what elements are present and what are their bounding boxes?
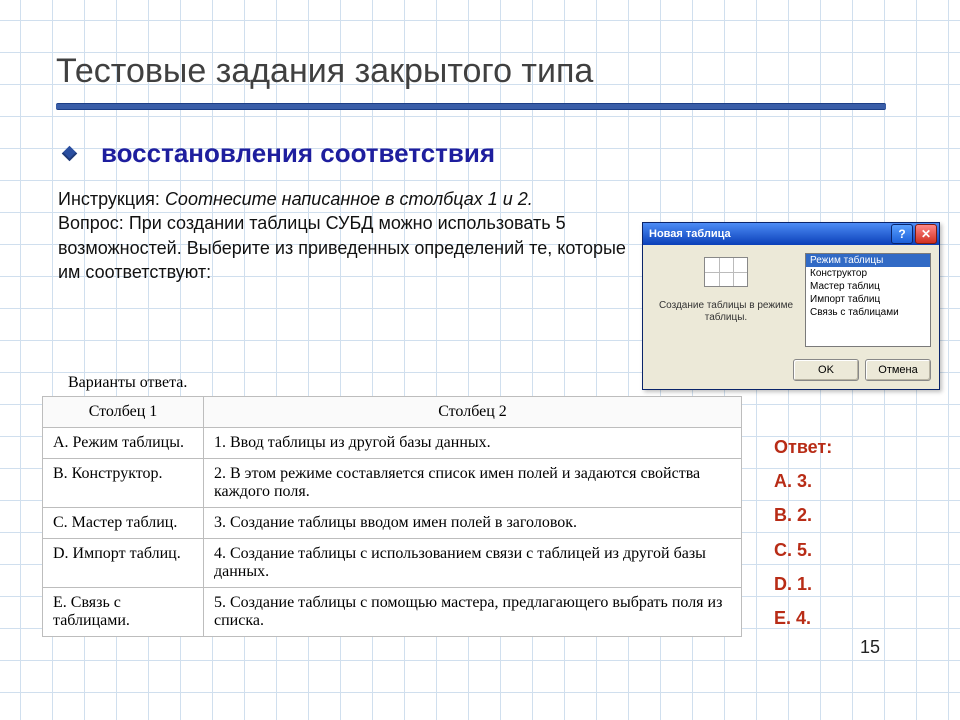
title-divider <box>56 103 886 110</box>
answer-item: E. 4. <box>774 601 832 635</box>
dialog-titlebar[interactable]: Новая таблица ? ✕ <box>643 223 939 245</box>
table-row: A. Режим таблицы. 1. Ввод таблицы из дру… <box>43 428 742 459</box>
ok-button[interactable]: OK <box>793 359 859 381</box>
variants-table: Столбец 1 Столбец 2 A. Режим таблицы. 1.… <box>42 396 742 637</box>
instruction-text: Соотнесите написанное в столбцах 1 и 2. <box>165 189 533 209</box>
instruction-label: Инструкция: <box>58 189 160 209</box>
dialog-preview-caption: Создание таблицы в режиме таблицы. <box>651 300 801 324</box>
answers-block: Ответ: A. 3. B. 2. C. 5. D. 1. E. 4. <box>774 430 832 635</box>
cell-c1: D. Импорт таблиц. <box>43 539 204 588</box>
table-caption: Варианты ответа. <box>68 374 742 392</box>
diamond-bullet-icon <box>62 146 78 162</box>
answer-item: B. 2. <box>774 498 832 532</box>
help-icon[interactable]: ? <box>891 224 913 244</box>
subtitle-row: восстановления соответствия <box>64 138 906 169</box>
cell-c2: 1. Ввод таблицы из другой базы данных. <box>204 428 742 459</box>
table-row: E. Связь с таблицами. 5. Создание таблиц… <box>43 588 742 637</box>
col2-header: Столбец 2 <box>204 397 742 428</box>
answer-variants-block: Варианты ответа. Столбец 1 Столбец 2 A. … <box>42 374 742 637</box>
cell-c2: 2. В этом режиме составляется список име… <box>204 459 742 508</box>
dialog-preview: Создание таблицы в режиме таблицы. <box>651 253 801 347</box>
table-row: C. Мастер таблиц. 3. Создание таблицы вв… <box>43 508 742 539</box>
answer-item: D. 1. <box>774 567 832 601</box>
answer-item: C. 5. <box>774 533 832 567</box>
list-item[interactable]: Связь с таблицами <box>806 306 930 319</box>
table-preview-icon <box>704 257 748 287</box>
answer-item: A. 3. <box>774 464 832 498</box>
question-text: При создании таблицы СУБД можно использо… <box>58 213 626 282</box>
dialog-listbox[interactable]: Режим таблицы Конструктор Мастер таблиц … <box>805 253 931 347</box>
table-row: D. Импорт таблиц. 4. Создание таблицы с … <box>43 539 742 588</box>
body-text: Инструкция: Соотнесите написанное в стол… <box>58 187 638 284</box>
page-number: 15 <box>860 637 880 658</box>
list-item[interactable]: Мастер таблиц <box>806 280 930 293</box>
cell-c1: E. Связь с таблицами. <box>43 588 204 637</box>
col1-header: Столбец 1 <box>43 397 204 428</box>
slide-title: Тестовые задания закрытого типа <box>56 52 906 91</box>
cell-c1: A. Режим таблицы. <box>43 428 204 459</box>
close-icon[interactable]: ✕ <box>915 224 937 244</box>
dialog-title: Новая таблица <box>649 228 889 240</box>
cell-c2: 3. Создание таблицы вводом имен полей в … <box>204 508 742 539</box>
cancel-button[interactable]: Отмена <box>865 359 931 381</box>
list-item[interactable]: Режим таблицы <box>806 254 930 267</box>
subtitle-text: восстановления соответствия <box>101 138 495 169</box>
cell-c2: 5. Создание таблицы с помощью мастера, п… <box>204 588 742 637</box>
answers-label: Ответ: <box>774 430 832 464</box>
list-item[interactable]: Конструктор <box>806 267 930 280</box>
cell-c1: B. Конструктор. <box>43 459 204 508</box>
new-table-dialog: Новая таблица ? ✕ Создание таблицы в реж… <box>642 222 940 390</box>
question-label: Вопрос: <box>58 213 124 233</box>
table-row: B. Конструктор. 2. В этом режиме составл… <box>43 459 742 508</box>
list-item[interactable]: Импорт таблиц <box>806 293 930 306</box>
cell-c1: C. Мастер таблиц. <box>43 508 204 539</box>
cell-c2: 4. Создание таблицы с использованием свя… <box>204 539 742 588</box>
